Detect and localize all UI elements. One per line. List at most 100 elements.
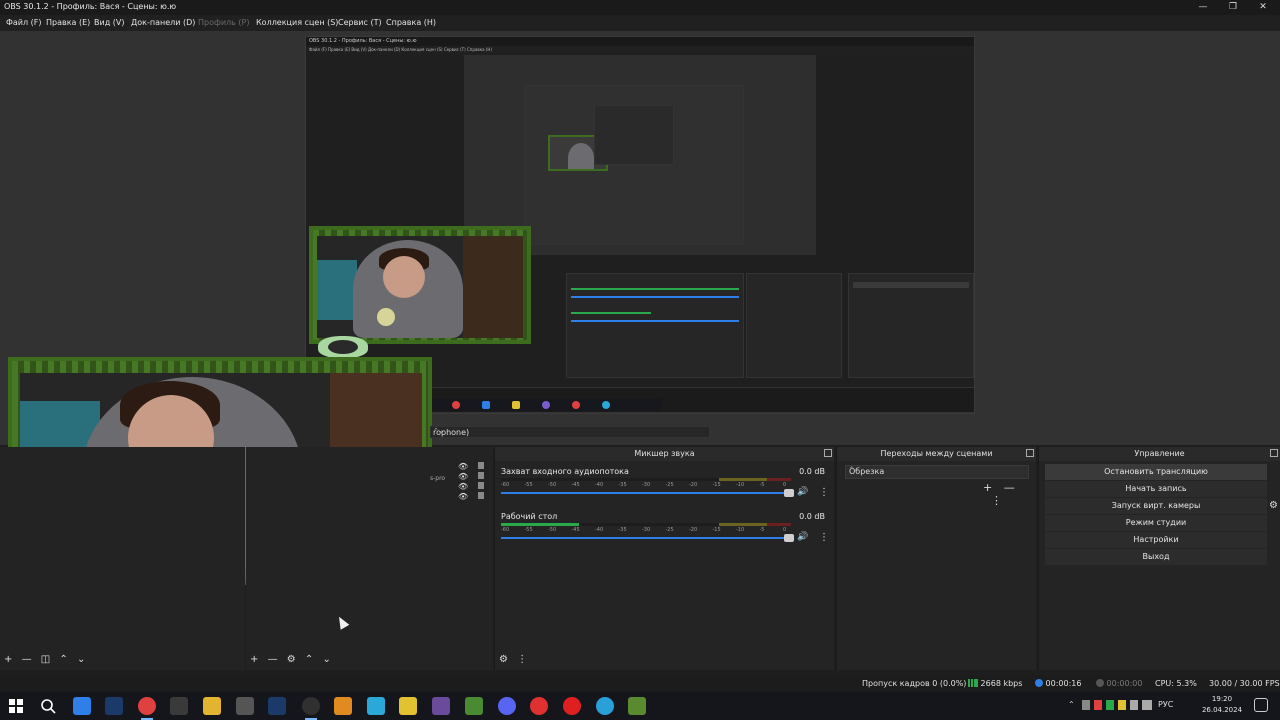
tray-icons[interactable] — [1082, 700, 1152, 710]
meter-tick-label: -40 — [595, 482, 604, 488]
volume-slider[interactable] — [501, 492, 791, 494]
source-properties-icon[interactable]: ⚙ — [287, 654, 296, 665]
minecraft-icon[interactable] — [465, 697, 483, 715]
app-icon-cyan[interactable] — [367, 697, 385, 715]
opera-icon[interactable] — [563, 697, 581, 715]
mixer-menu-icon[interactable]: ⋮ — [517, 654, 527, 665]
meter-tick-label: -10 — [736, 482, 745, 488]
close-button[interactable]: ✕ — [1248, 0, 1278, 15]
virtual-camera-gear-icon[interactable]: ⚙ — [1269, 500, 1278, 511]
eye-icon[interactable]: 👁 — [458, 492, 468, 502]
sources-toolbar: + — ⚙ ⌃ ⌄ — [250, 654, 337, 672]
exit-button[interactable]: Выход — [1045, 549, 1267, 565]
meter-tick-label: -5 — [759, 482, 765, 488]
source-toolbar-spinner[interactable]: ⌃⌄ — [433, 427, 706, 435]
start-virtual-camera-button[interactable]: Запуск вирт. камеры — [1045, 498, 1267, 514]
nested-menu: Файл (F) Правка (E) Вид (V) Док-панели (… — [306, 46, 974, 54]
menu-edit[interactable]: Правка (E) — [46, 18, 90, 27]
meter-tick-label: -20 — [689, 527, 698, 533]
studio-mode-button[interactable]: Режим студии — [1045, 515, 1267, 531]
dock-float-icon[interactable] — [1026, 449, 1034, 457]
language-indicator[interactable]: РУС — [1158, 700, 1173, 709]
steam-icon[interactable] — [105, 697, 123, 715]
menu-file[interactable]: Файл (F) — [6, 18, 42, 27]
start-recording-button[interactable]: Начать запись — [1045, 481, 1267, 497]
steam-icon-2[interactable] — [268, 697, 286, 715]
lock-icon[interactable] — [478, 472, 484, 479]
speaker-icon[interactable]: 🔊 — [797, 487, 808, 497]
transitions-title: Переходы между сценами — [837, 447, 1036, 461]
volume-meter — [501, 523, 791, 526]
meter-tick-label: -55 — [524, 527, 533, 533]
file-explorer-icon[interactable] — [203, 697, 221, 715]
speaker-icon[interactable]: 🔊 — [797, 532, 808, 542]
webcam-overlay-medium[interactable] — [309, 226, 531, 344]
menu-profile[interactable]: Профиль (P) — [198, 18, 249, 27]
source-item-name[interactable]: s-pro — [430, 475, 445, 482]
sources-panel — [246, 447, 493, 670]
source-up-icon[interactable]: ⌃ — [305, 654, 313, 665]
menu-help[interactable]: Справка (H) — [386, 18, 436, 27]
menu-tools[interactable]: Сервис (T) — [338, 18, 382, 27]
settings-button[interactable]: Настройки — [1045, 532, 1267, 548]
transition-select[interactable]: Обрезка ⌃⌄ — [845, 465, 1029, 479]
taskbar-clock[interactable]: 19:20 26.04.2024 — [1196, 694, 1248, 716]
remove-scene-button[interactable]: — — [22, 654, 32, 665]
record-time-value: 00:00:00 — [1106, 679, 1143, 688]
mixer-channel: Рабочий стол 0.0 dB -60 -55 -50 -45 -40 -35 -3… — [501, 512, 829, 552]
maximize-button[interactable]: ❐ — [1218, 0, 1248, 15]
notifications-icon[interactable] — [1254, 698, 1268, 712]
discord-icon[interactable] — [498, 697, 516, 715]
minimize-button[interactable]: — — [1188, 0, 1218, 15]
app-icon-gray[interactable] — [170, 697, 188, 715]
volume-slider[interactable] — [501, 537, 791, 539]
remove-source-button[interactable]: — — [268, 654, 278, 665]
remove-transition-button[interactable]: — — [1004, 481, 1015, 494]
dock-float-icon[interactable] — [1270, 449, 1278, 457]
mixer-toolbar: ⚙ ⋮ — [499, 654, 533, 672]
lock-icon[interactable] — [478, 462, 484, 469]
source-toolbar[interactable]: rophone) ⌃⌄ — [430, 426, 710, 438]
mixer-settings-icon[interactable]: ⚙ — [499, 654, 508, 665]
app-icon-purple[interactable] — [432, 697, 450, 715]
lock-icon[interactable] — [478, 482, 484, 489]
volume-slider-handle[interactable] — [784, 489, 794, 497]
dock-float-icon[interactable] — [824, 449, 832, 457]
eye-icon[interactable]: 👁 — [458, 472, 468, 482]
app-icon-orange[interactable] — [334, 697, 352, 715]
meter-tick-label: -20 — [689, 482, 698, 488]
mixer-channel: Захват входного аудиопотока 0.0 dB -60 -5… — [501, 467, 829, 507]
menu-docks[interactable]: Док-панели (D) — [131, 18, 195, 27]
search-icon[interactable] — [39, 697, 57, 715]
app-icon-blue[interactable] — [73, 697, 91, 715]
transition-menu-icon[interactable]: ⋮ — [991, 494, 1002, 507]
source-down-icon[interactable]: ⌄ — [323, 654, 331, 665]
chrome-icon[interactable] — [138, 697, 156, 720]
channel-menu-icon[interactable]: ⋮ — [819, 532, 829, 543]
lock-icon[interactable] — [478, 492, 484, 499]
minecraft-icon-2[interactable] — [628, 697, 646, 715]
mixer-channel-db: 0.0 dB — [799, 467, 825, 476]
add-transition-button[interactable]: + — [983, 481, 992, 494]
app-icon-yellow[interactable] — [399, 697, 417, 715]
notepad-icon[interactable] — [236, 697, 254, 715]
scene-up-icon[interactable]: ⌃ — [59, 654, 67, 665]
stop-streaming-button[interactable]: Остановить трансляцию — [1045, 464, 1267, 480]
telegram-icon[interactable] — [596, 697, 614, 715]
obs-icon[interactable] — [302, 697, 320, 720]
eye-icon[interactable]: 👁 — [458, 462, 468, 472]
scene-down-icon[interactable]: ⌄ — [77, 654, 85, 665]
source-lock-column — [478, 462, 486, 502]
volume-slider-handle[interactable] — [784, 534, 794, 542]
menu-scene-collection[interactable]: Коллекция сцен (S) — [256, 18, 338, 27]
channel-menu-icon[interactable]: ⋮ — [819, 487, 829, 498]
record-status-icon — [1096, 679, 1104, 687]
menu-view[interactable]: Вид (V) — [94, 18, 124, 27]
eye-icon[interactable]: 👁 — [458, 482, 468, 492]
add-scene-button[interactable]: + — [4, 654, 12, 665]
tray-arrow-icon[interactable]: ⌃ — [1068, 700, 1075, 709]
start-icon[interactable] — [7, 697, 25, 715]
scene-filters-icon[interactable]: ◫ — [41, 654, 50, 665]
add-source-button[interactable]: + — [250, 654, 258, 665]
yandex-icon[interactable] — [530, 697, 548, 715]
